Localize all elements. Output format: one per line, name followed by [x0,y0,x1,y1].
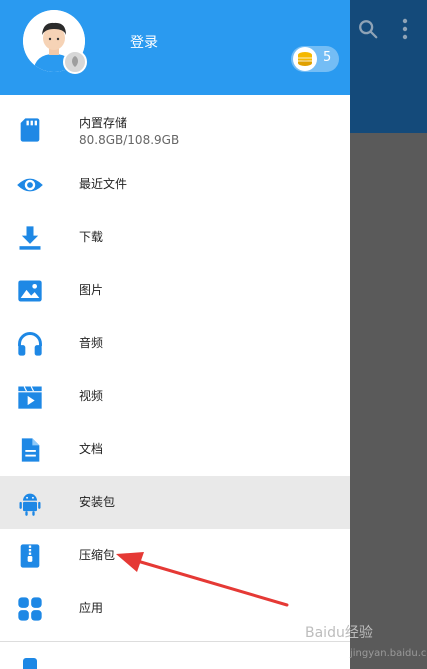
menu-item-label: 下载 [79,230,104,244]
document-icon [21,438,40,462]
storage-usage: 80.8GB/108.9GB [79,133,180,147]
menu-item-label: 内置存储 [79,116,128,130]
zip-icon [20,544,40,568]
menu-item-apps[interactable]: 应用 [0,582,350,635]
leaf-badge-icon [72,56,78,67]
menu-item-internal-storage[interactable]: 内置存储 80.8GB/108.9GB [0,103,350,156]
android-icon [19,493,41,516]
menu-item-apk-packages[interactable]: 安装包 [0,476,350,529]
sd-card-icon [20,118,40,142]
menu-item-label: 图片 [79,283,104,297]
menu-item-label: 文档 [79,442,104,456]
baidu-watermark: Baidu经验 [305,625,373,641]
more-options-icon[interactable] [402,18,408,40]
drawer-header: 登录 5 [0,0,350,95]
baidu-watermark-url: jingyan.baidu.com [350,648,427,659]
menu-item-label: 最近文件 [79,177,128,191]
video-icon [18,386,42,409]
coin-icon [293,47,317,71]
menu-item-downloads[interactable]: 下载 [0,211,350,264]
phone-icon[interactable] [18,657,42,669]
menu-item-documents[interactable]: 文档 [0,423,350,476]
search-icon[interactable] [357,18,379,40]
coin-balance[interactable]: 5 [291,46,339,72]
menu-divider [0,641,350,642]
coin-count: 5 [323,50,332,65]
download-icon [19,226,41,250]
login-link[interactable]: 登录 [130,32,158,52]
navigation-drawer: 登录 5 内置存储 80.8GB/108.9GB 最近文件 下载 图片 音频 视… [0,0,350,669]
headphones-icon [18,332,42,356]
avatar-badge [63,50,87,74]
menu-item-video[interactable]: 视频 [0,370,350,423]
menu-item-label: 安装包 [79,495,116,509]
menu-item-label: 视频 [79,389,104,403]
menu-item-images[interactable]: 图片 [0,264,350,317]
background-app-bar [350,0,427,133]
image-icon [18,280,42,302]
menu-item-audio[interactable]: 音频 [0,317,350,370]
menu-item-label: 音频 [79,336,104,350]
eye-icon [17,178,43,192]
menu-item-label: 应用 [79,601,104,615]
menu-item-label: 压缩包 [79,548,116,562]
apps-icon [18,597,42,621]
menu-item-archives[interactable]: 压缩包 [0,529,350,582]
menu-item-recent-files[interactable]: 最近文件 [0,158,350,211]
